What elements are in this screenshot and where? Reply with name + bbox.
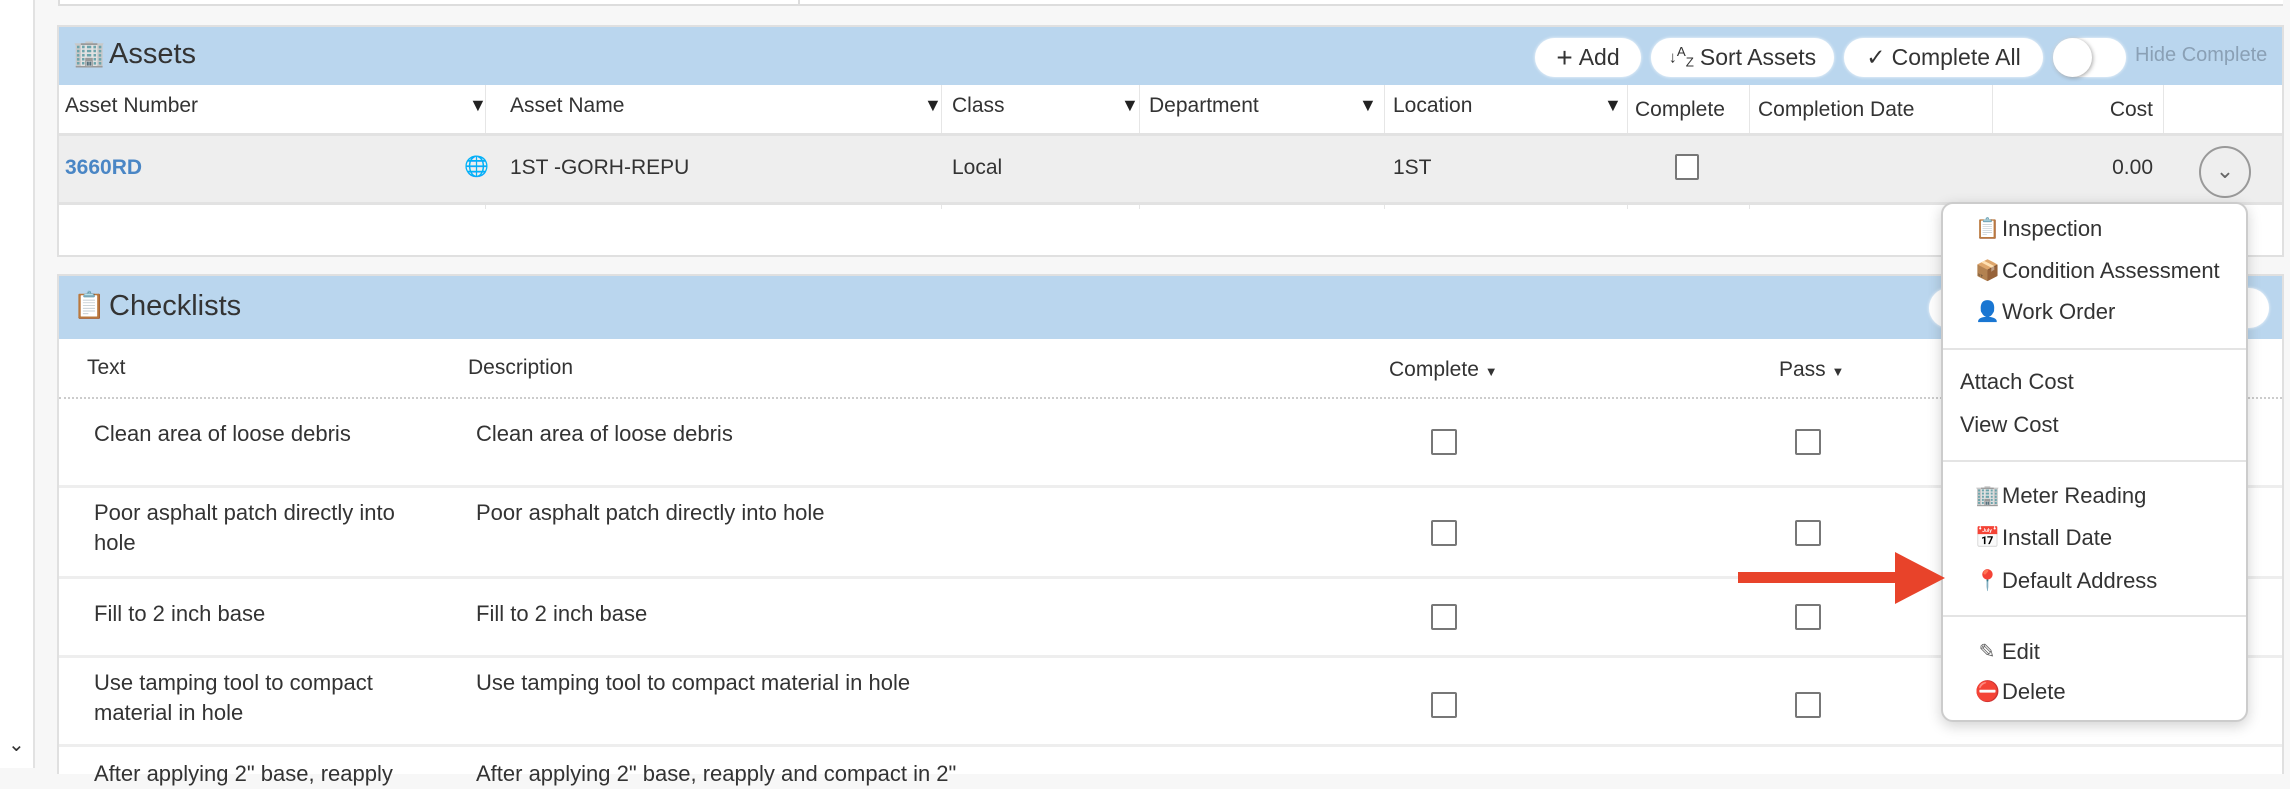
- filter-icon[interactable]: ▼: [1359, 95, 1377, 116]
- row-actions-dropdown-button[interactable]: ⌄: [2199, 146, 2251, 198]
- sort-assets-button[interactable]: ↓AZ Sort Assets: [1651, 38, 1834, 77]
- annotation-arrow: [1738, 552, 1945, 604]
- checklists-title: Checklists: [109, 290, 242, 322]
- chevron-down-icon[interactable]: ⌄: [8, 732, 25, 757]
- complete-checkbox[interactable]: [1431, 604, 1457, 630]
- pencil-icon: ✎: [1978, 641, 1996, 663]
- col-location[interactable]: Location: [1393, 94, 1472, 118]
- asset-cost: 0.00: [2112, 156, 2153, 179]
- col-pass-sort[interactable]: Pass ▼: [1779, 358, 1844, 382]
- sort-alpha-icon: ↓AZ: [1668, 44, 1694, 70]
- col-class[interactable]: Class: [952, 94, 1005, 118]
- filter-icon[interactable]: ▼: [1121, 95, 1139, 116]
- pass-checkbox[interactable]: [1795, 520, 1821, 546]
- assets-header: 🏢 Assets + Add ↓AZ Sort Assets ✓ Complete A…: [59, 27, 2282, 85]
- menu-item-view-cost[interactable]: View Cost: [1960, 412, 2059, 438]
- add-button[interactable]: + Add: [1535, 38, 1641, 77]
- building-icon: 🏢: [73, 38, 106, 68]
- pass-checkbox[interactable]: [1795, 604, 1821, 630]
- col-asset-number[interactable]: Asset Number: [65, 94, 198, 118]
- asset-class: Local: [952, 156, 1003, 179]
- menu-item-attach-cost[interactable]: Attach Cost: [1960, 369, 2074, 395]
- hands-box-icon: 📦: [1975, 260, 2000, 282]
- arrow-head: [1895, 552, 1945, 604]
- menu-item-work-order[interactable]: 👤 Work Order: [1943, 299, 2246, 329]
- col-text: Text: [87, 356, 126, 379]
- complete-checkbox[interactable]: [1431, 429, 1457, 455]
- menu-item-delete[interactable]: ⛔ Delete: [1943, 679, 2246, 709]
- col-department[interactable]: Department: [1149, 94, 1259, 118]
- asset-number-link[interactable]: 3660RD: [65, 156, 142, 180]
- pass-checkbox[interactable]: [1795, 692, 1821, 718]
- left-sidebar: ⌄: [0, 0, 35, 768]
- asset-name: 1ST -GORH-REPU: [510, 156, 690, 179]
- filter-icon[interactable]: ▼: [924, 95, 942, 116]
- col-complete-sort[interactable]: Complete ▼: [1389, 358, 1498, 382]
- asset-complete-checkbox[interactable]: [1675, 154, 1699, 180]
- hide-complete-label: Hide Complete: [2135, 44, 2268, 66]
- complete-checkbox[interactable]: [1431, 520, 1457, 546]
- menu-item-default-address[interactable]: 📍 Default Address: [1943, 568, 2246, 598]
- caret-down-icon: ▼: [1484, 364, 1498, 379]
- caret-down-icon: ▼: [1831, 364, 1845, 379]
- asset-location: 1ST: [1393, 156, 1432, 179]
- menu-item-condition-assessment[interactable]: 📦 Condition Assessment: [1943, 258, 2246, 288]
- check-icon: ✓: [1866, 44, 1886, 70]
- table-row: 3660RD 🌐 1ST -GORH-REPU Local 1ST 0.00 ⌄: [59, 133, 2282, 205]
- checklist-row: After applying 2" base, reapply After ap…: [59, 744, 2282, 786]
- top-panel-fragment-right: [800, 0, 2283, 6]
- top-panel-fragment: [58, 0, 800, 6]
- globe-icon[interactable]: 🌐: [464, 154, 489, 179]
- menu-item-meter-reading[interactable]: 🏢 Meter Reading: [1943, 483, 2246, 513]
- worker-icon: 👤: [1975, 301, 2000, 323]
- minus-circle-icon: ⛔: [1975, 681, 2000, 703]
- arrow-shaft: [1738, 572, 1898, 583]
- complete-checkbox[interactable]: [1431, 692, 1457, 718]
- col-complete: Complete: [1635, 98, 1725, 121]
- filter-icon[interactable]: ▼: [1604, 95, 1622, 116]
- menu-item-install-date[interactable]: 📅 Install Date: [1943, 525, 2246, 555]
- col-cost: Cost: [2109, 98, 2153, 121]
- map-pin-icon: 📍: [1975, 570, 2000, 592]
- hide-complete-toggle[interactable]: [2053, 38, 2126, 77]
- assets-title: Assets: [109, 38, 197, 70]
- clipboard-list-icon: 📋: [1975, 218, 2000, 240]
- menu-item-edit[interactable]: ✎ Edit: [1943, 639, 2246, 669]
- col-asset-name[interactable]: Asset Name: [510, 94, 624, 118]
- col-completion-date: Completion Date: [1758, 98, 1915, 121]
- row-actions-menu: 📋 Inspection 📦 Condition Assessment 👤 Work …: [1941, 202, 2248, 722]
- complete-all-button[interactable]: ✓ Complete All: [1844, 38, 2043, 77]
- plus-icon: +: [1556, 41, 1573, 73]
- building-icon: 🏢: [1975, 485, 2000, 507]
- menu-item-inspection[interactable]: 📋 Inspection: [1943, 216, 2246, 246]
- toggle-knob: [2053, 38, 2092, 77]
- pass-checkbox[interactable]: [1795, 429, 1821, 455]
- col-description: Description: [468, 356, 574, 379]
- clipboard-check-icon: 📋: [73, 290, 106, 320]
- assets-column-headers: Asset Number ▼ Asset Name ▼ Class ▼ Depa…: [59, 85, 2282, 209]
- calendar-icon: 📅: [1975, 527, 2000, 549]
